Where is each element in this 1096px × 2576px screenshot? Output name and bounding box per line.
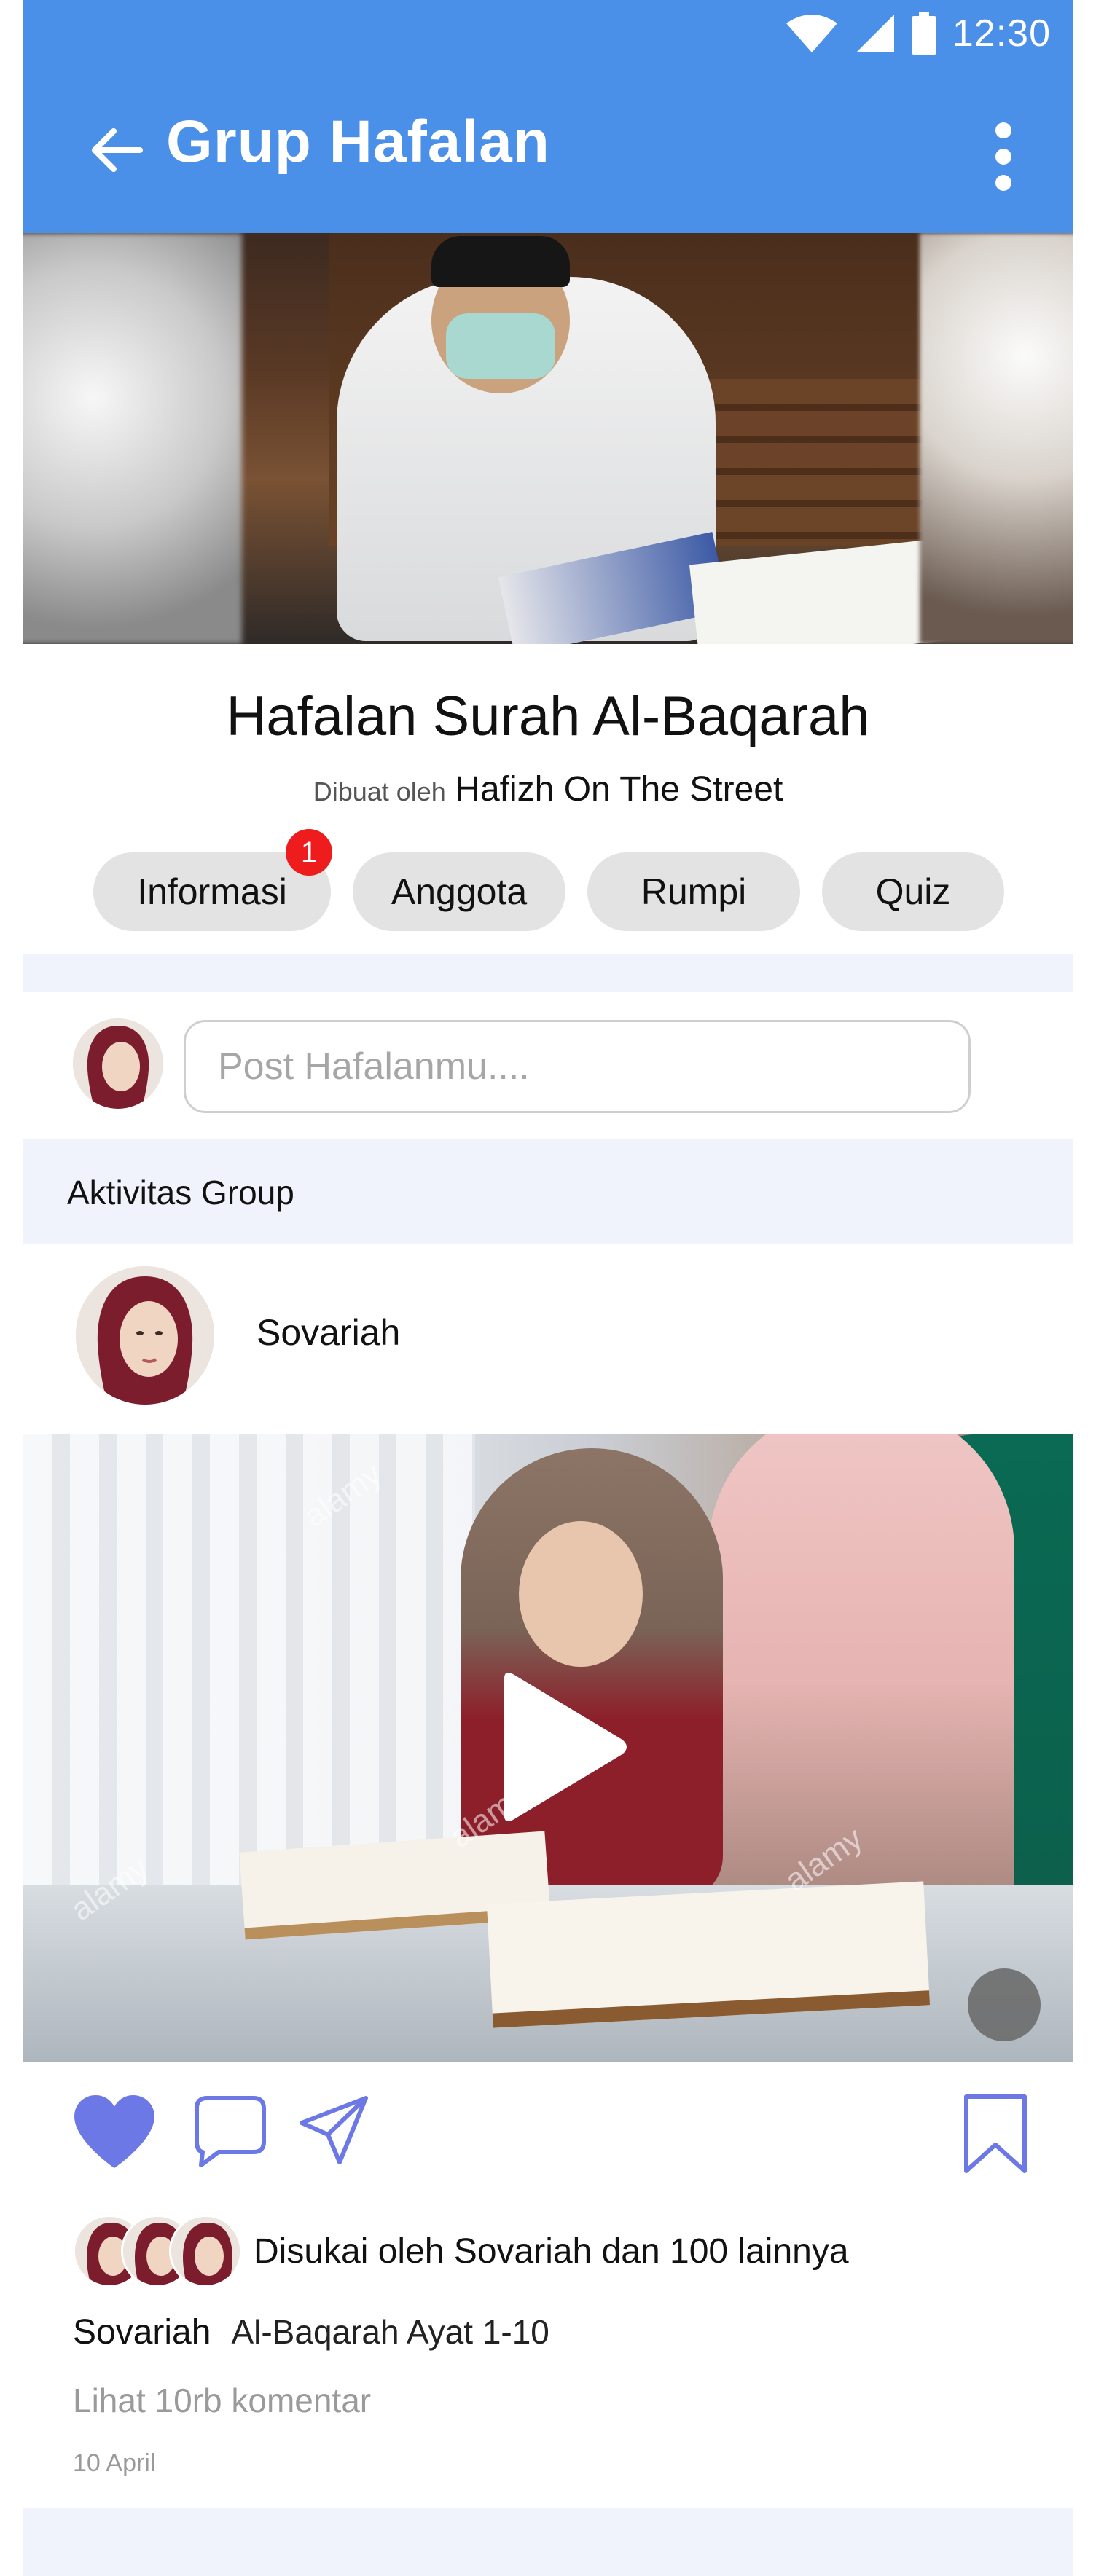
back-button[interactable] — [82, 115, 152, 185]
status-bar: 12:30 — [785, 10, 1051, 57]
bookmark-icon[interactable] — [960, 2094, 1030, 2175]
page-title: Grup Hafalan — [166, 109, 550, 175]
video-indicator-dot — [968, 1968, 1041, 2041]
creator-prefix: Dibuat oleh — [313, 777, 446, 806]
liked-by[interactable]: Disukai oleh Sovariah dan 100 lainnya — [73, 2215, 849, 2288]
tab-quiz[interactable]: Quiz — [822, 852, 1004, 931]
battery-icon — [911, 12, 936, 55]
group-cover-image — [23, 233, 1073, 644]
post-caption: Sovariah Al-Baqarah Ayat 1-10 — [73, 2312, 549, 2352]
comment-icon[interactable] — [192, 2094, 268, 2169]
heart-icon[interactable] — [71, 2094, 157, 2169]
send-icon[interactable] — [297, 2094, 370, 2167]
liked-by-text: Disukai oleh Sovariah dan 100 lainnya — [254, 2231, 849, 2271]
post-author-avatar[interactable] — [76, 1266, 214, 1405]
wifi-icon — [786, 15, 837, 52]
section-header: Aktivitas Group — [23, 1139, 1073, 1244]
post-date: 10 April — [73, 2449, 156, 2477]
arrow-left-icon — [92, 128, 143, 172]
group-creator: Dibuat oleh Hafizh On The Street — [23, 769, 1073, 809]
user-avatar-image — [76, 1266, 214, 1405]
notification-badge: 1 — [286, 829, 332, 876]
signal-icon — [856, 15, 894, 52]
divider — [23, 2508, 1073, 2576]
more-options-button[interactable] — [978, 117, 1029, 197]
status-time: 12:30 — [952, 12, 1051, 55]
user-avatar-image — [73, 1018, 163, 1109]
divider — [23, 954, 1073, 992]
section-title: Aktivitas Group — [67, 1174, 294, 1212]
tab-informasi[interactable]: Informasi 1 — [93, 829, 332, 931]
avatar — [169, 2215, 242, 2288]
app-bar: 12:30 Grup Hafalan — [23, 0, 1073, 233]
more-vertical-icon — [995, 122, 1011, 191]
app-screen: 12:30 Grup Hafalan Hafalan Surah Al-Baqa… — [23, 0, 1073, 2576]
post-input[interactable] — [184, 1020, 971, 1113]
group-tabs: Informasi 1 Anggota Rumpi Quiz — [93, 829, 1004, 931]
liker-avatars — [73, 2215, 242, 2288]
tab-label: Informasi — [137, 871, 287, 912]
tab-anggota[interactable]: Anggota — [353, 852, 565, 931]
avatar[interactable] — [73, 1018, 163, 1109]
post-video[interactable]: alamy alamy alamy alamy — [23, 1434, 1073, 2062]
post-actions — [23, 2084, 1073, 2186]
tab-label: Quiz — [875, 871, 951, 912]
tab-rumpi[interactable]: Rumpi — [587, 852, 800, 931]
view-comments-link[interactable]: Lihat 10rb komentar — [73, 2381, 371, 2420]
tab-label: Rumpi — [641, 871, 747, 912]
post-author-name[interactable]: Sovariah — [257, 1311, 400, 1354]
creator-name[interactable]: Hafizh On The Street — [455, 770, 783, 809]
caption-username[interactable]: Sovariah — [73, 2312, 211, 2352]
play-icon[interactable] — [487, 1667, 633, 1827]
tab-label: Anggota — [391, 871, 528, 912]
group-name: Hafalan Surah Al-Baqarah — [226, 686, 870, 747]
caption-text: Al-Baqarah Ayat 1-10 — [231, 2313, 549, 2351]
